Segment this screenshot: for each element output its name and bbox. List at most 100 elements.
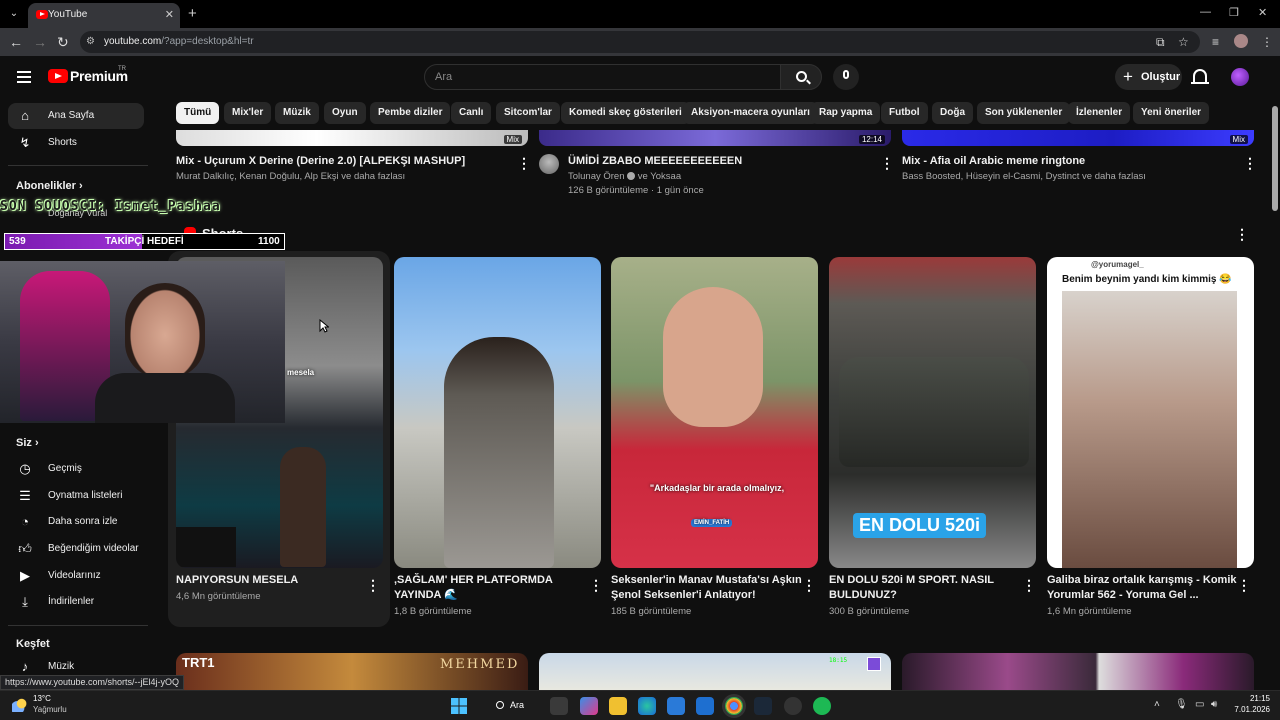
scrollbar[interactable] [1270, 98, 1280, 690]
taskbar-search-button[interactable]: Ara [486, 697, 538, 715]
chip[interactable]: Pembe diziler [370, 102, 451, 124]
back-icon[interactable]: ← [9, 34, 23, 50]
install-app-icon[interactable]: ⧉ [1156, 35, 1165, 50]
sidebar-item-home[interactable]: ⌂ Ana Sayfa [8, 103, 144, 129]
more-options-icon[interactable]: ⋮ [1235, 227, 1249, 241]
sidebar-item-playlists[interactable]: ☰ Oynatma listeleri [8, 483, 144, 509]
browser-tab[interactable]: YouTube ✕ [28, 3, 180, 28]
channel-name[interactable]: Tolunay Ören [568, 171, 625, 182]
reload-icon[interactable]: ↻ [57, 34, 69, 51]
search-button[interactable] [780, 64, 822, 90]
weather-temp[interactable]: 13°C [33, 694, 51, 703]
tab-search-icon[interactable]: ⌄ [6, 6, 22, 22]
browser-menu-icon[interactable]: ⋮ [1261, 35, 1273, 49]
store-icon[interactable] [667, 697, 685, 715]
more-options-icon[interactable]: ⋮ [517, 156, 531, 170]
start-windows-icon[interactable] [450, 697, 468, 715]
video-thumbnail[interactable]: TRT1 MEHMED [176, 653, 528, 690]
display-tray-icon[interactable]: ▭ [1195, 699, 1204, 710]
tray-chevron-icon[interactable]: ˄ [1154, 699, 1160, 710]
clock-date[interactable]: 7.01.2026 [1226, 705, 1270, 714]
mail-icon[interactable] [696, 697, 714, 715]
sidebar-item-watch-later[interactable]: ◔ Daha sonra izle [8, 509, 144, 535]
sidebar-item-shorts[interactable]: ↯ Shorts [8, 130, 144, 156]
sidebar-section-you[interactable]: Siz › [16, 437, 39, 449]
reading-list-icon[interactable]: ≡ [1212, 35, 1219, 49]
video-thumbnail[interactable]: Mix [902, 130, 1254, 146]
sidebar-item-downloads[interactable]: ⤓ İndirilenler [8, 589, 144, 615]
video-channels[interactable]: Bass Boosted, Hüseyin el-Casmi, Dystinct… [902, 170, 1242, 184]
search-input[interactable]: Ara [424, 64, 781, 90]
sidebar-item-history[interactable]: ◷ Geçmiş [8, 456, 144, 482]
chip[interactable]: Aksiyon-macera oyunları [683, 102, 818, 124]
sidebar-section-subscriptions[interactable]: Abonelikler › [16, 180, 83, 192]
restore-icon[interactable]: ❐ [1229, 6, 1239, 19]
notifications-bell-icon[interactable] [1191, 69, 1209, 84]
chip[interactable]: Canlı [451, 102, 492, 124]
sidebar-item-your-videos[interactable]: ▶ Videolarınız [8, 563, 144, 589]
chip[interactable]: Yeni öneriler [1133, 102, 1210, 124]
video-title[interactable]: Galiba biraz ortalık karışmış - Komik Yo… [1047, 573, 1237, 603]
more-options-icon[interactable]: ⋮ [1022, 578, 1036, 592]
create-button[interactable]: + Oluştur [1115, 64, 1182, 90]
browser-profile-avatar[interactable] [1234, 34, 1248, 48]
video-title[interactable]: NAPIYORSUN MESELA [176, 573, 366, 588]
more-options-icon[interactable]: ⋮ [589, 578, 603, 592]
video-title[interactable]: Mix - Uçurum X Derine (Derine 2.0) [ALPE… [176, 154, 516, 169]
chip[interactable]: Tümü [176, 102, 220, 124]
more-options-icon[interactable]: ⋮ [802, 578, 816, 592]
minimize-icon[interactable]: — [1200, 6, 1211, 18]
more-options-icon[interactable]: ⋮ [880, 156, 894, 170]
video-title[interactable]: EN DOLU 520i M SPORT. NASIL BULDUNUZ? [829, 573, 1024, 603]
chip[interactable]: Oyun [324, 102, 366, 124]
chip[interactable]: Müzik [275, 102, 319, 124]
short-thumbnail[interactable]: EN DOLU 520i [829, 257, 1036, 568]
weather-desc[interactable]: Yağmurlu [33, 705, 67, 714]
task-view-icon[interactable] [550, 697, 568, 715]
weather-icon[interactable] [12, 698, 28, 712]
site-info-icon[interactable]: ⚙ [86, 36, 98, 48]
scrollbar-thumb[interactable] [1272, 106, 1278, 211]
video-thumbnail[interactable]: 18:15 [539, 653, 891, 690]
chip[interactable]: Rap yapma [811, 102, 881, 124]
video-title[interactable]: Seksenler'in Manav Mustafa'sı Aşkın Şeno… [611, 573, 806, 603]
chip[interactable]: Son yüklenenler [977, 102, 1071, 124]
youtube-logo-icon[interactable] [48, 69, 68, 83]
window-close-icon[interactable]: ✕ [1258, 6, 1267, 19]
video-title[interactable]: Mix - Afia oil Arabic meme ringtone [902, 154, 1242, 169]
video-title[interactable]: ÜMİDİ ZBABO MEEEEEEEEEEEN [568, 154, 878, 169]
steam-icon[interactable] [754, 697, 772, 715]
url-field[interactable]: ⚙ youtube.com/?app=desktop&hl=tr ⧉ ☆ [80, 31, 1200, 53]
tab-close-icon[interactable]: ✕ [165, 8, 174, 21]
chip[interactable]: Komedi skeç gösterileri [561, 102, 690, 124]
video-title[interactable]: ,SAĞLAM' HER PLATFORMDA YAYINDA 🌊 [394, 573, 589, 603]
voice-search-button[interactable] [833, 64, 859, 90]
clock-time[interactable]: 21:15 [1236, 694, 1270, 703]
bookmark-star-icon[interactable]: ☆ [1178, 35, 1189, 49]
more-options-icon[interactable]: ⋮ [1243, 156, 1257, 170]
video-channels[interactable]: Tolunay Ören ve Yoksaa [568, 170, 878, 184]
avatar[interactable] [539, 154, 559, 174]
new-tab-icon[interactable]: + [188, 5, 197, 22]
sidebar-item-liked[interactable]: 👍︎ Beğendiğim videolar [8, 536, 144, 562]
short-thumbnail[interactable] [394, 257, 601, 568]
chip[interactable]: İzlenenler [1068, 102, 1131, 124]
chip[interactable]: Futbol [881, 102, 928, 124]
edge-browser-icon[interactable] [638, 697, 656, 715]
obs-icon[interactable] [784, 697, 802, 715]
chip[interactable]: Mix'ler [224, 102, 272, 124]
microphone-tray-icon[interactable]: 🎙︎ [1175, 699, 1188, 710]
widgets-icon[interactable] [580, 697, 598, 715]
video-channels[interactable]: Murat Dalkılıç, Kenan Doğulu, Alp Ekşi v… [176, 170, 516, 184]
chrome-icon[interactable] [725, 697, 743, 715]
video-thumbnail[interactable]: 12:14 [539, 130, 891, 146]
video-thumbnail[interactable] [902, 653, 1254, 690]
more-options-icon[interactable]: ⋮ [366, 578, 380, 592]
chip[interactable]: Sitcom'lar [496, 102, 560, 124]
spotify-icon[interactable] [813, 697, 831, 715]
forward-icon[interactable]: → [33, 34, 47, 50]
avatar[interactable] [1231, 68, 1249, 86]
chip[interactable]: Doğa [932, 102, 973, 124]
menu-icon[interactable] [17, 71, 31, 83]
short-thumbnail[interactable]: @yorumagel_ Benim beynim yandı kim kimmi… [1047, 257, 1254, 568]
